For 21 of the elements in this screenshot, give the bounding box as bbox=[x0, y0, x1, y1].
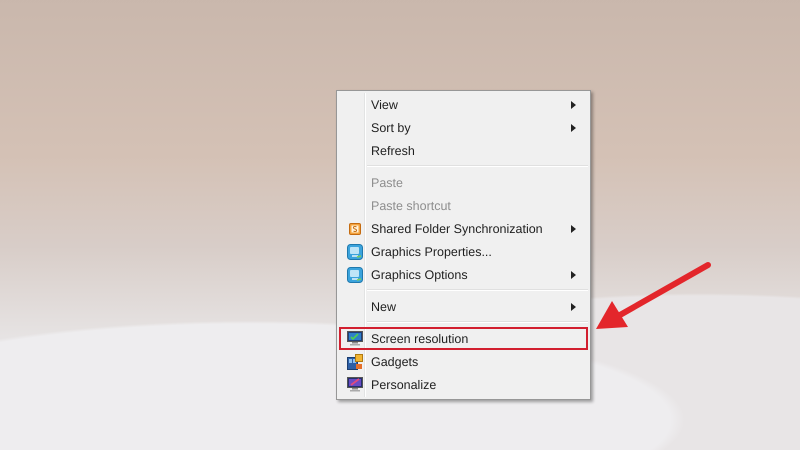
menu-item[interactable]: Refresh bbox=[339, 139, 588, 162]
menu-item[interactable]: Graphics Properties... bbox=[339, 240, 588, 263]
personalize-icon bbox=[346, 377, 362, 392]
menu-item[interactable]: View bbox=[339, 93, 588, 116]
menu-item[interactable]: Screen resolution bbox=[339, 327, 588, 350]
submenu-caret-icon bbox=[571, 302, 576, 310]
gadgets-icon bbox=[346, 354, 362, 370]
graphics-icon bbox=[346, 244, 362, 260]
submenu-caret-icon bbox=[571, 270, 576, 278]
monitor-icon bbox=[346, 331, 362, 346]
submenu-caret-icon bbox=[571, 224, 576, 232]
graphics-icon bbox=[346, 266, 362, 282]
folder-sync-icon bbox=[348, 222, 360, 234]
menu-item[interactable]: New bbox=[339, 295, 588, 318]
menu-item[interactable]: Personalize bbox=[339, 373, 588, 396]
menu-item[interactable]: Sort by bbox=[339, 116, 588, 139]
menu-item[interactable]: Shared Folder Synchronization bbox=[339, 217, 588, 240]
submenu-caret-icon bbox=[571, 100, 576, 108]
submenu-caret-icon bbox=[571, 124, 576, 132]
menu-item[interactable]: Graphics Options bbox=[339, 263, 588, 286]
menu-item[interactable]: Gadgets bbox=[339, 350, 588, 373]
